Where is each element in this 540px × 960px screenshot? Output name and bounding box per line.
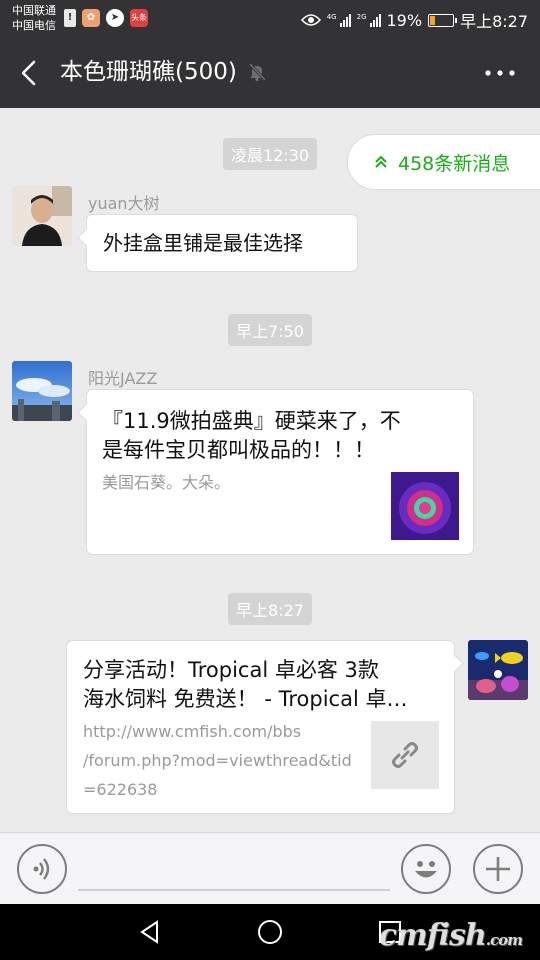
clock: 早上8:27 [460, 12, 528, 31]
system-status: 4G 2G 19% 早上8:27 [300, 8, 528, 32]
card-title-line-1: 分享活动！Tropical 卓必客 3款 [83, 658, 379, 682]
emoji-button[interactable] [401, 844, 451, 894]
add-button[interactable] [473, 844, 523, 894]
watermark-logo: cmfish.com [378, 918, 523, 953]
chat-title: 本色珊瑚礁(500) [60, 59, 237, 85]
watermark-main: cmfish [378, 918, 487, 953]
carrier-names: 中国联通 中国电信 [12, 3, 56, 33]
sender-name: yuan大树 [88, 194, 160, 213]
card-title-line-2: 是每件宝贝都叫极品的！！！ [102, 438, 375, 462]
battery-level [430, 15, 435, 25]
notification-icons: ! ✿ ➤ 头条 [64, 9, 148, 27]
signal-2g-icon: 2G [357, 13, 381, 27]
app-notification-icon: ✿ [82, 9, 100, 27]
net-2g-label: 2G [356, 13, 367, 21]
compass-icon: ➤ [106, 9, 124, 27]
message-text: 外挂盒里铺是最佳选择 [103, 231, 303, 255]
chat-title-wrap: 本色珊瑚礁(500) [60, 56, 267, 88]
avatar[interactable] [12, 186, 72, 246]
link-card[interactable]: 『11.9微拍盛典』硬菜来了，不 是每件宝贝都叫极品的！！！ 美国石葵。大朵。 [86, 389, 474, 555]
plus-icon [486, 857, 510, 881]
status-bar: 中国联通 中国电信 ! ✿ ➤ 头条 4G 2G 19% 早上8:27 [0, 0, 540, 38]
mute-bell-icon [248, 62, 266, 82]
avatar[interactable] [12, 361, 72, 421]
new-messages-label: 458条新消息 [398, 152, 511, 175]
avatar[interactable] [468, 640, 528, 700]
message-input[interactable] [78, 889, 390, 891]
home-circle-icon[interactable] [256, 918, 284, 946]
card-thumbnail [391, 472, 459, 540]
toutiao-icon: 头条 [130, 9, 148, 27]
back-arrow-icon[interactable] [14, 57, 46, 89]
navigation-bar: cmfish.com [0, 904, 540, 960]
link-icon [392, 742, 418, 768]
card-url-line-3: =622638 [83, 780, 158, 799]
back-triangle-icon[interactable] [136, 918, 164, 946]
more-options-icon[interactable] [482, 60, 518, 86]
eye-icon [300, 14, 321, 26]
card-url-line-1: http://www.cmfish.com/bbs [83, 722, 302, 741]
timestamp: 早上7:50 [228, 314, 312, 346]
message-bubble[interactable]: 外挂盒里铺是最佳选择 [86, 214, 358, 272]
card-thumbnail [371, 721, 439, 789]
link-card[interactable]: 分享活动！Tropical 卓必客 3款 海水饲料 免费送！ - Tropica… [66, 640, 455, 814]
timestamp: 凌晨12:30 [222, 138, 318, 170]
battery-icon [428, 13, 458, 27]
card-description: 美国石葵。大朵。 [102, 473, 231, 492]
net-4g-label: 4G [326, 13, 337, 21]
voice-button[interactable] [17, 844, 67, 894]
timestamp: 早上8:27 [228, 593, 312, 625]
signal-4g-icon: 4G [327, 13, 351, 27]
carrier-2: 中国电信 [12, 19, 56, 32]
card-url-line-2: /forum.php?mod=viewthread&tid [83, 751, 352, 770]
carrier-1: 中国联通 [12, 4, 56, 17]
smiley-icon [415, 861, 437, 878]
new-messages-button[interactable]: 458条新消息 [347, 134, 540, 190]
sender-name: 阳光JAZZ [88, 369, 158, 388]
card-title-line-2: 海水饲料 免费送！ - Tropical 卓… [83, 687, 408, 711]
chat-area[interactable]: 凌晨12:30 458条新消息 yuan大树 外挂盒里铺是最佳选择 早上7:50… [0, 108, 540, 832]
battery-percent: 19% [386, 10, 423, 30]
double-chevron-up-icon [375, 155, 387, 168]
chat-header: 本色珊瑚礁(500) [0, 38, 540, 108]
watermark-suffix: .com [485, 931, 523, 949]
input-bar [0, 832, 540, 904]
alert-icon: ! [64, 9, 76, 27]
card-title-line-1: 『11.9微拍盛典』硬菜来了，不 [102, 409, 401, 433]
voice-icon [33, 858, 50, 880]
